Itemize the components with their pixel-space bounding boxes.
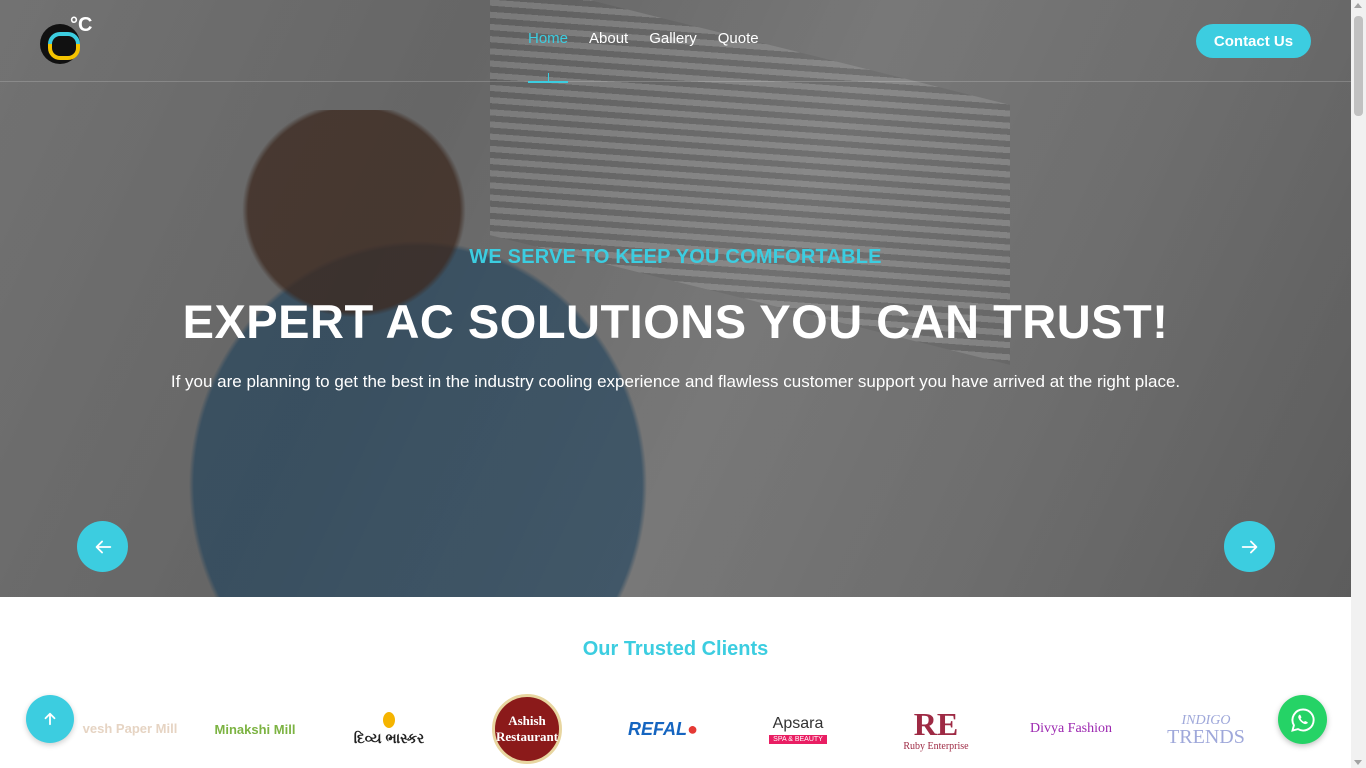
client-name-bottom: TRENDS xyxy=(1167,726,1245,748)
slider-prev-button[interactable] xyxy=(77,521,128,572)
nav-link-gallery[interactable]: Gallery xyxy=(649,30,697,47)
fitness-icon: ● xyxy=(687,718,698,739)
contact-us-button[interactable]: Contact Us xyxy=(1196,24,1311,58)
scroll-down-icon[interactable] xyxy=(1354,760,1362,765)
hero-banner: °C Home About Gallery Quote Contact Us W… xyxy=(0,0,1351,597)
clients-logo-carousel: vesh Paper Mill Minakshi Mill દિવ્ય ભાસ્… xyxy=(80,690,1270,768)
sun-icon xyxy=(383,711,395,728)
client-name: Divya Fashion xyxy=(1029,721,1113,736)
arrow-up-icon xyxy=(44,712,56,726)
client-name: vesh Paper Mill xyxy=(82,721,178,736)
client-logo-ashish-restaurant: Ashish Restaurant xyxy=(490,690,564,768)
hero-subtext: If you are planning to get the best in t… xyxy=(170,372,1181,391)
scroll-up-icon[interactable] xyxy=(1354,3,1362,8)
page-scrollbar[interactable] xyxy=(1351,0,1366,768)
client-tagline: SPA & BEAUTY xyxy=(769,734,827,744)
whatsapp-icon xyxy=(1290,708,1315,732)
client-logo-refal: REFAL ● xyxy=(620,690,706,768)
slider-next-button[interactable] xyxy=(1224,521,1275,572)
nav-link-about[interactable]: About xyxy=(589,30,628,47)
client-logo-minakshi-mill: Minakshi Mill xyxy=(210,690,300,768)
client-monogram: RE xyxy=(913,705,959,742)
client-name: REFAL xyxy=(628,718,688,739)
nav-link-quote[interactable]: Quote xyxy=(718,30,759,47)
scroll-to-top-button[interactable] xyxy=(26,695,74,743)
logo-degree-mark: °C xyxy=(70,14,93,36)
client-logo-divya-bhaskar: દિવ્ય ભાસ્કર xyxy=(348,690,430,768)
client-seal: Ashish Restaurant xyxy=(492,694,562,764)
client-logo-paper-mill: vesh Paper Mill xyxy=(80,690,180,768)
client-logo-indigo-trends: INDIGO TRENDS xyxy=(1164,690,1248,768)
client-name: Ashish Restaurant xyxy=(495,713,559,744)
arrow-left-icon xyxy=(95,540,111,553)
client-name: Apsara xyxy=(772,714,824,732)
arrow-right-icon xyxy=(1241,540,1257,553)
main-nav: Home About Gallery Quote xyxy=(528,30,759,83)
hero-tagline: WE SERVE TO KEEP YOU COMFORTABLE xyxy=(469,246,882,268)
whatsapp-chat-button[interactable] xyxy=(1278,695,1327,744)
clients-section-title: Our Trusted Clients xyxy=(582,638,769,660)
brand-logo[interactable]: °C xyxy=(40,14,96,68)
client-name: Minakshi Mill xyxy=(214,721,296,737)
nav-link-home[interactable]: Home xyxy=(528,30,569,83)
client-name: દિવ્ય ભાસ્કર xyxy=(353,729,425,746)
scrollbar-thumb[interactable] xyxy=(1354,16,1363,116)
client-logo-apsara: Apsara SPA & BEAUTY xyxy=(756,690,840,768)
client-logo-divya-fashion: Divya Fashion xyxy=(1026,690,1116,768)
client-logo-ruby-enterprise: RE Ruby Enterprise xyxy=(894,690,978,768)
hero-headline: EXPERT AC SOLUTIONS YOU CAN TRUST! xyxy=(182,295,1169,348)
navbar: °C Home About Gallery Quote Contact Us xyxy=(0,0,1351,83)
client-name: Ruby Enterprise xyxy=(903,740,969,752)
hero-background-person xyxy=(130,110,770,597)
